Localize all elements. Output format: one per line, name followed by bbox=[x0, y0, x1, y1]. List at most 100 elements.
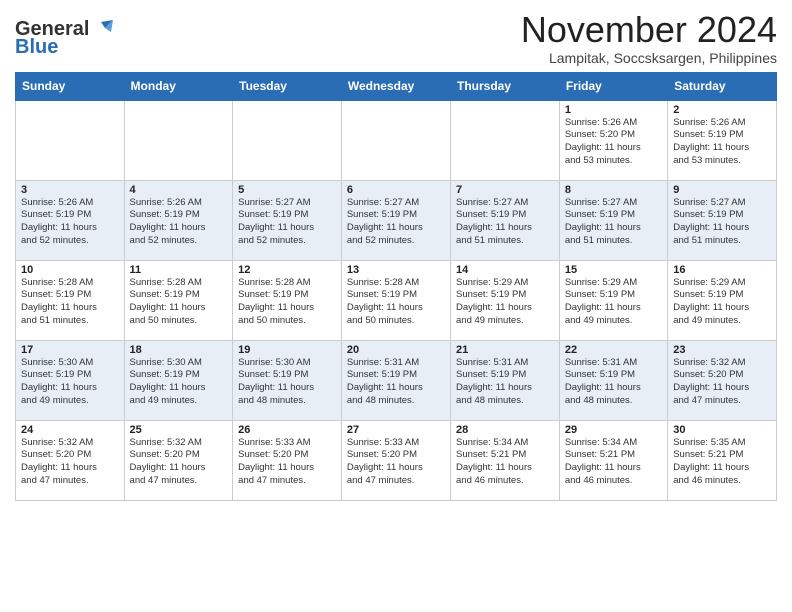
calendar-cell: 30Sunrise: 5:35 AM Sunset: 5:21 PM Dayli… bbox=[668, 420, 777, 500]
day-number: 8 bbox=[565, 184, 662, 196]
calendar-cell: 18Sunrise: 5:30 AM Sunset: 5:19 PM Dayli… bbox=[124, 340, 233, 420]
day-number: 6 bbox=[347, 184, 445, 196]
calendar-cell: 3Sunrise: 5:26 AM Sunset: 5:19 PM Daylig… bbox=[16, 180, 125, 260]
day-info: Sunrise: 5:26 AM Sunset: 5:20 PM Dayligh… bbox=[565, 117, 662, 168]
day-number: 2 bbox=[673, 104, 771, 116]
title-block: November 2024 Lampitak, Soccsksargen, Ph… bbox=[521, 10, 777, 66]
calendar-week-row: 17Sunrise: 5:30 AM Sunset: 5:19 PM Dayli… bbox=[16, 340, 777, 420]
calendar-cell: 15Sunrise: 5:29 AM Sunset: 5:19 PM Dayli… bbox=[559, 260, 667, 340]
day-number: 3 bbox=[21, 184, 119, 196]
calendar-cell: 29Sunrise: 5:34 AM Sunset: 5:21 PM Dayli… bbox=[559, 420, 667, 500]
logo: General Blue bbox=[15, 18, 113, 59]
calendar-cell: 13Sunrise: 5:28 AM Sunset: 5:19 PM Dayli… bbox=[341, 260, 450, 340]
calendar-week-row: 10Sunrise: 5:28 AM Sunset: 5:19 PM Dayli… bbox=[16, 260, 777, 340]
logo-bird-icon bbox=[91, 18, 113, 40]
calendar-cell: 5Sunrise: 5:27 AM Sunset: 5:19 PM Daylig… bbox=[233, 180, 342, 260]
day-info: Sunrise: 5:28 AM Sunset: 5:19 PM Dayligh… bbox=[21, 277, 119, 328]
day-info: Sunrise: 5:30 AM Sunset: 5:19 PM Dayligh… bbox=[130, 357, 228, 408]
calendar-cell: 10Sunrise: 5:28 AM Sunset: 5:19 PM Dayli… bbox=[16, 260, 125, 340]
day-number: 4 bbox=[130, 184, 228, 196]
calendar-cell: 26Sunrise: 5:33 AM Sunset: 5:20 PM Dayli… bbox=[233, 420, 342, 500]
day-number: 24 bbox=[21, 424, 119, 436]
day-number: 10 bbox=[21, 264, 119, 276]
page-header: General Blue November 2024 Lampitak, Soc… bbox=[15, 10, 777, 66]
calendar-cell bbox=[451, 100, 560, 180]
day-info: Sunrise: 5:27 AM Sunset: 5:19 PM Dayligh… bbox=[347, 197, 445, 248]
day-number: 28 bbox=[456, 424, 554, 436]
calendar-cell: 6Sunrise: 5:27 AM Sunset: 5:19 PM Daylig… bbox=[341, 180, 450, 260]
calendar-cell bbox=[124, 100, 233, 180]
day-number: 29 bbox=[565, 424, 662, 436]
day-number: 14 bbox=[456, 264, 554, 276]
day-info: Sunrise: 5:28 AM Sunset: 5:19 PM Dayligh… bbox=[238, 277, 336, 328]
calendar-header-row: SundayMondayTuesdayWednesdayThursdayFrid… bbox=[16, 72, 777, 100]
calendar-cell: 25Sunrise: 5:32 AM Sunset: 5:20 PM Dayli… bbox=[124, 420, 233, 500]
day-info: Sunrise: 5:32 AM Sunset: 5:20 PM Dayligh… bbox=[673, 357, 771, 408]
col-header-monday: Monday bbox=[124, 72, 233, 100]
day-info: Sunrise: 5:31 AM Sunset: 5:19 PM Dayligh… bbox=[565, 357, 662, 408]
calendar-cell: 12Sunrise: 5:28 AM Sunset: 5:19 PM Dayli… bbox=[233, 260, 342, 340]
calendar-cell: 4Sunrise: 5:26 AM Sunset: 5:19 PM Daylig… bbox=[124, 180, 233, 260]
day-number: 26 bbox=[238, 424, 336, 436]
day-number: 15 bbox=[565, 264, 662, 276]
day-number: 11 bbox=[130, 264, 228, 276]
day-number: 5 bbox=[238, 184, 336, 196]
day-number: 17 bbox=[21, 344, 119, 356]
location: Lampitak, Soccsksargen, Philippines bbox=[521, 50, 777, 66]
calendar-week-row: 1Sunrise: 5:26 AM Sunset: 5:20 PM Daylig… bbox=[16, 100, 777, 180]
calendar-cell: 20Sunrise: 5:31 AM Sunset: 5:19 PM Dayli… bbox=[341, 340, 450, 420]
calendar-cell bbox=[16, 100, 125, 180]
day-info: Sunrise: 5:29 AM Sunset: 5:19 PM Dayligh… bbox=[565, 277, 662, 328]
calendar-cell: 19Sunrise: 5:30 AM Sunset: 5:19 PM Dayli… bbox=[233, 340, 342, 420]
day-info: Sunrise: 5:26 AM Sunset: 5:19 PM Dayligh… bbox=[21, 197, 119, 248]
calendar-cell: 11Sunrise: 5:28 AM Sunset: 5:19 PM Dayli… bbox=[124, 260, 233, 340]
calendar-cell: 16Sunrise: 5:29 AM Sunset: 5:19 PM Dayli… bbox=[668, 260, 777, 340]
calendar-table: SundayMondayTuesdayWednesdayThursdayFrid… bbox=[15, 72, 777, 501]
day-info: Sunrise: 5:29 AM Sunset: 5:19 PM Dayligh… bbox=[456, 277, 554, 328]
col-header-saturday: Saturday bbox=[668, 72, 777, 100]
day-info: Sunrise: 5:33 AM Sunset: 5:20 PM Dayligh… bbox=[238, 437, 336, 488]
calendar-cell: 8Sunrise: 5:27 AM Sunset: 5:19 PM Daylig… bbox=[559, 180, 667, 260]
day-info: Sunrise: 5:29 AM Sunset: 5:19 PM Dayligh… bbox=[673, 277, 771, 328]
calendar-cell: 23Sunrise: 5:32 AM Sunset: 5:20 PM Dayli… bbox=[668, 340, 777, 420]
day-info: Sunrise: 5:26 AM Sunset: 5:19 PM Dayligh… bbox=[673, 117, 771, 168]
day-info: Sunrise: 5:27 AM Sunset: 5:19 PM Dayligh… bbox=[238, 197, 336, 248]
day-info: Sunrise: 5:31 AM Sunset: 5:19 PM Dayligh… bbox=[347, 357, 445, 408]
day-number: 1 bbox=[565, 104, 662, 116]
col-header-tuesday: Tuesday bbox=[233, 72, 342, 100]
day-info: Sunrise: 5:32 AM Sunset: 5:20 PM Dayligh… bbox=[21, 437, 119, 488]
calendar-cell: 24Sunrise: 5:32 AM Sunset: 5:20 PM Dayli… bbox=[16, 420, 125, 500]
day-info: Sunrise: 5:27 AM Sunset: 5:19 PM Dayligh… bbox=[456, 197, 554, 248]
col-header-friday: Friday bbox=[559, 72, 667, 100]
day-number: 9 bbox=[673, 184, 771, 196]
day-info: Sunrise: 5:28 AM Sunset: 5:19 PM Dayligh… bbox=[347, 277, 445, 328]
day-info: Sunrise: 5:26 AM Sunset: 5:19 PM Dayligh… bbox=[130, 197, 228, 248]
col-header-thursday: Thursday bbox=[451, 72, 560, 100]
day-number: 20 bbox=[347, 344, 445, 356]
calendar-cell: 17Sunrise: 5:30 AM Sunset: 5:19 PM Dayli… bbox=[16, 340, 125, 420]
day-number: 12 bbox=[238, 264, 336, 276]
calendar-cell: 27Sunrise: 5:33 AM Sunset: 5:20 PM Dayli… bbox=[341, 420, 450, 500]
calendar-cell: 21Sunrise: 5:31 AM Sunset: 5:19 PM Dayli… bbox=[451, 340, 560, 420]
day-number: 7 bbox=[456, 184, 554, 196]
calendar-cell: 9Sunrise: 5:27 AM Sunset: 5:19 PM Daylig… bbox=[668, 180, 777, 260]
day-info: Sunrise: 5:27 AM Sunset: 5:19 PM Dayligh… bbox=[565, 197, 662, 248]
day-info: Sunrise: 5:30 AM Sunset: 5:19 PM Dayligh… bbox=[238, 357, 336, 408]
calendar-week-row: 24Sunrise: 5:32 AM Sunset: 5:20 PM Dayli… bbox=[16, 420, 777, 500]
day-number: 25 bbox=[130, 424, 228, 436]
day-number: 22 bbox=[565, 344, 662, 356]
day-number: 27 bbox=[347, 424, 445, 436]
day-info: Sunrise: 5:31 AM Sunset: 5:19 PM Dayligh… bbox=[456, 357, 554, 408]
day-info: Sunrise: 5:34 AM Sunset: 5:21 PM Dayligh… bbox=[565, 437, 662, 488]
day-number: 23 bbox=[673, 344, 771, 356]
day-info: Sunrise: 5:35 AM Sunset: 5:21 PM Dayligh… bbox=[673, 437, 771, 488]
calendar-cell bbox=[233, 100, 342, 180]
day-number: 21 bbox=[456, 344, 554, 356]
col-header-wednesday: Wednesday bbox=[341, 72, 450, 100]
day-info: Sunrise: 5:30 AM Sunset: 5:19 PM Dayligh… bbox=[21, 357, 119, 408]
month-title: November 2024 bbox=[521, 10, 777, 50]
day-info: Sunrise: 5:34 AM Sunset: 5:21 PM Dayligh… bbox=[456, 437, 554, 488]
day-number: 16 bbox=[673, 264, 771, 276]
day-number: 30 bbox=[673, 424, 771, 436]
day-info: Sunrise: 5:28 AM Sunset: 5:19 PM Dayligh… bbox=[130, 277, 228, 328]
